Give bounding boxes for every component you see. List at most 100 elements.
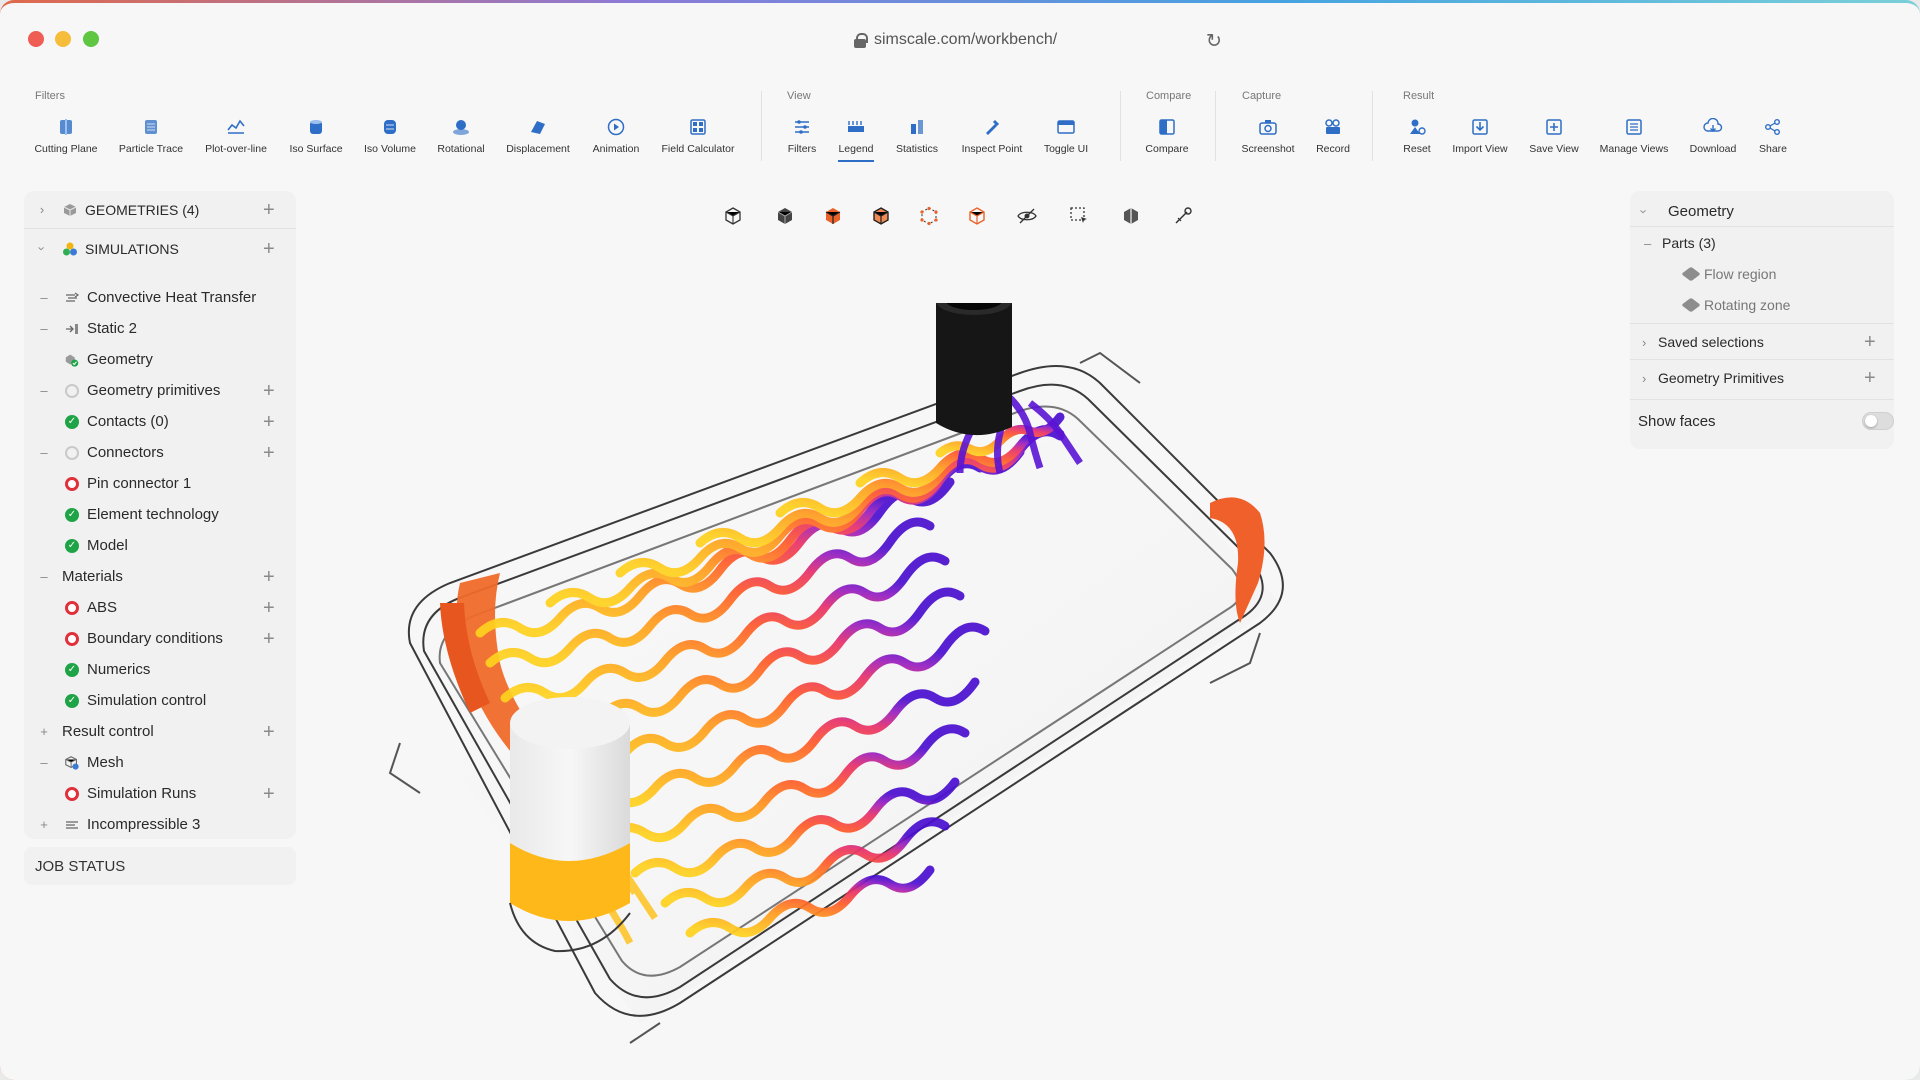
add-abs-button[interactable]: + [263,598,275,618]
chevron-right-icon[interactable]: › [1642,371,1646,386]
tree-item-connectors[interactable]: – Connectors + [24,437,296,468]
collapse-toggle[interactable]: – [1644,236,1651,251]
plot-over-line-button[interactable]: Plot-over-line [196,117,276,155]
collapse-toggle[interactable]: – [38,383,50,398]
collapse-toggle[interactable]: – [38,445,50,460]
tree-item-abs[interactable]: ABS + [24,592,296,623]
statistics-button[interactable]: Statistics [877,117,957,155]
iso-surface-button[interactable]: Iso Surface [276,117,356,155]
add-material-button[interactable]: + [263,567,275,587]
add-simulation-run-button[interactable]: + [263,784,275,804]
cutting-plane-button[interactable]: Cutting Plane [26,117,106,155]
tree-item-simulation-control[interactable]: ✓ Simulation control [24,685,296,716]
zoom-window-button[interactable] [83,31,99,47]
part-item-rotating-zone[interactable]: Rotating zone [1630,288,1894,322]
collapse-toggle[interactable]: – [38,569,50,584]
import-view-button[interactable]: Import View [1440,117,1520,155]
record-button[interactable]: Record [1293,117,1373,155]
3d-viewport[interactable] [380,287,1560,1063]
add-geometry-primitive-button[interactable]: + [1864,367,1876,390]
collapse-toggle[interactable]: – [38,290,50,305]
add-boundary-condition-button[interactable]: + [263,629,275,649]
add-geometry-button[interactable]: + [263,200,275,220]
wire-cube-icon[interactable] [962,201,992,231]
tree-item-model[interactable]: ✓ Model [24,530,296,561]
iso-volume-button[interactable]: Iso Volume [350,117,430,155]
button-label: Filters [787,143,817,155]
hide-icon[interactable] [1012,201,1042,231]
tree-item-pin-connector-1[interactable]: Pin connector 1 [24,468,296,499]
tree-item-incompressible-3[interactable]: + Incompressible 3 [24,809,296,840]
collapse-toggle[interactable]: – [38,321,50,336]
solid-cube-icon[interactable] [770,201,800,231]
chevron-down-icon[interactable]: › [35,243,50,255]
show-faces-toggle[interactable] [1862,412,1894,430]
tree-item-label: Boundary conditions [87,630,223,647]
displacement-button[interactable]: Displacement [498,117,578,155]
part-item-flow-region[interactable]: Flow region [1630,257,1894,291]
tree-item-numerics[interactable]: ✓ Numerics [24,654,296,685]
reload-icon[interactable]: ↻ [1206,30,1222,53]
job-status-panel[interactable]: JOB STATUS [24,847,296,885]
tree-item-element-technology[interactable]: ✓ Element technology [24,499,296,530]
share-button[interactable]: Share [1733,117,1813,155]
tree-item-result-control[interactable]: + Result control + [24,716,296,747]
add-result-control-button[interactable]: + [263,722,275,742]
field-calculator-icon [687,117,709,137]
status-ok-icon: ✓ [64,507,80,523]
inspect-point-button[interactable]: Inspect Point [952,117,1032,155]
toggle-ui-button[interactable]: Toggle UI [1026,117,1106,155]
iso-view-icon[interactable] [718,201,748,231]
close-window-button[interactable] [28,31,44,47]
geometry-primitives-header[interactable]: › Geometry Primitives + [1630,361,1894,395]
rotational-button[interactable]: Rotational [421,117,501,155]
manage-views-button[interactable]: Manage Views [1594,117,1674,155]
vertex-cube-icon[interactable] [914,201,944,231]
compare-button[interactable]: Compare [1127,117,1207,155]
screenshot-icon [1257,117,1279,137]
simulations-section-header[interactable]: › SIMULATIONS + [24,233,296,264]
chevron-down-icon[interactable]: › [1637,209,1652,213]
add-contact-button[interactable]: + [263,412,275,432]
tree-item-contacts[interactable]: ✓ Contacts (0) + [24,406,296,437]
button-label: Field Calculator [661,143,735,155]
address-bar[interactable]: simscale.com/workbench/ [854,29,1057,51]
minimize-window-button[interactable] [55,31,71,47]
tree-item-label: Convective Heat Transfer [87,289,257,306]
chevron-right-icon[interactable]: › [1642,335,1646,350]
tree-item-boundary-conditions[interactable]: Boundary conditions + [24,623,296,654]
geometry-section-header[interactable]: › Geometry [1630,194,1894,228]
button-label: Record [1316,143,1350,155]
section-cube-icon[interactable] [1116,201,1146,231]
tree-item-mesh[interactable]: – Mesh [24,747,296,778]
box-select-icon[interactable] [1064,201,1094,231]
save-view-button[interactable]: Save View [1514,117,1594,155]
tree-item-geometry[interactable]: Geometry [24,344,296,375]
tree-item-geometry-primitives[interactable]: – Geometry primitives + [24,375,296,406]
import-view-icon [1469,117,1491,137]
ribbon-toolbar: Filters Cutting Plane Particle Trace Plo… [0,85,1920,165]
geometries-section-header[interactable]: › GEOMETRIES (4) + [24,194,296,225]
add-saved-selection-button[interactable]: + [1864,331,1876,354]
animation-button[interactable]: Animation [576,117,656,155]
expand-toggle[interactable]: + [38,724,50,739]
collapse-toggle[interactable]: – [38,755,50,770]
tree-item-label: Result control [62,723,154,740]
add-connector-button[interactable]: + [263,443,275,463]
tree-item-convective-heat-transfer[interactable]: – Convective Heat Transfer [24,282,296,313]
orange-cube-icon[interactable] [818,201,848,231]
add-geometry-primitive-button[interactable]: + [263,381,275,401]
button-label: Iso Surface [289,143,343,155]
measure-icon[interactable] [1168,201,1198,231]
saved-selections-header[interactable]: › Saved selections + [1630,325,1894,359]
field-calculator-button[interactable]: Field Calculator [658,117,738,155]
parts-section-header[interactable]: – Parts (3) [1630,226,1894,260]
tree-item-materials[interactable]: – Materials + [24,561,296,592]
tree-item-simulation-runs[interactable]: Simulation Runs + [24,778,296,809]
particle-trace-button[interactable]: Particle Trace [111,117,191,155]
tree-item-static-2[interactable]: – Static 2 [24,313,296,344]
add-simulation-button[interactable]: + [263,239,275,259]
orange-edge-cube-icon[interactable] [866,201,896,231]
chevron-right-icon[interactable]: › [36,202,48,217]
expand-toggle[interactable]: + [38,817,50,832]
